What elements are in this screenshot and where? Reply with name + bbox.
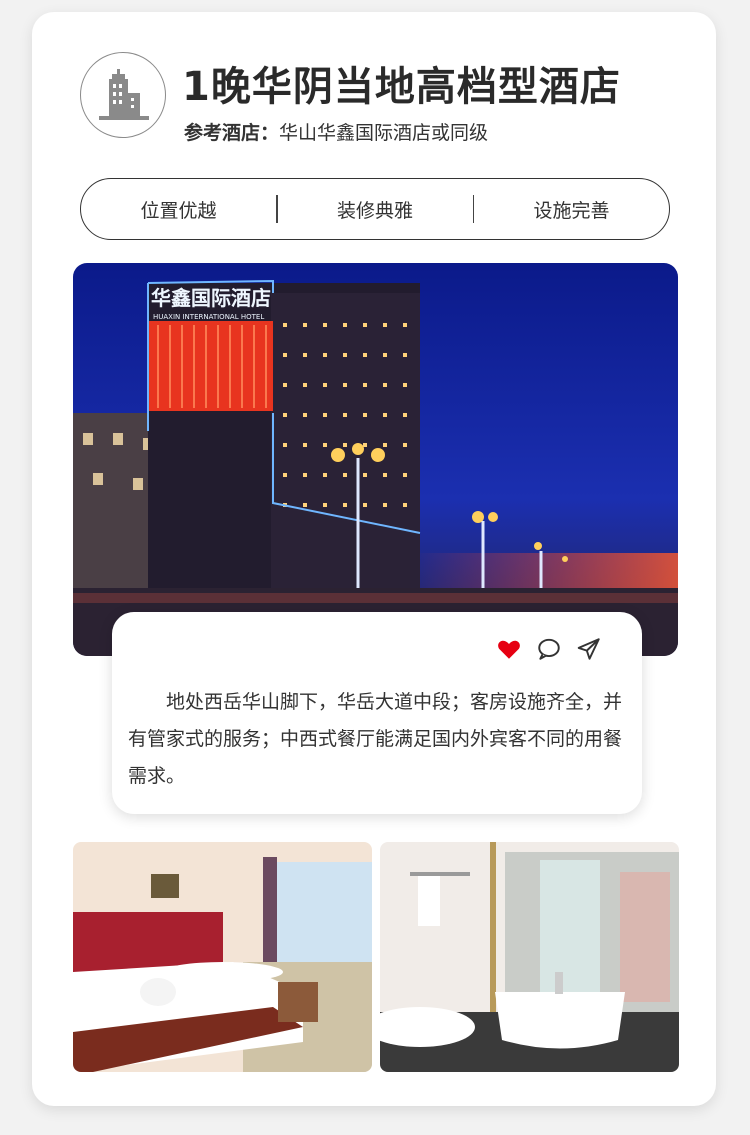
bathroom-photo xyxy=(380,842,679,1072)
hotel-sign-cn: 华鑫国际酒店 xyxy=(151,286,271,310)
hotel-room-photo xyxy=(73,842,372,1072)
page-title: 1晚华阴当地高档型酒店 xyxy=(182,64,621,110)
comment-icon[interactable] xyxy=(536,636,562,662)
action-icons xyxy=(496,636,602,662)
description-card: 地处西岳华山脚下，华岳大道中段；客房设施齐全，并有管家式的服务；中西式餐厅能满足… xyxy=(112,612,642,814)
reference-label: 参考酒店： xyxy=(184,122,280,144)
feature-location: 位置优越 xyxy=(140,199,217,222)
feature-decoration: 装修典雅 xyxy=(336,199,413,222)
hotel-sign-en: HUAXIN INTERNATIONAL HOTEL xyxy=(153,313,264,321)
feature-facilities: 设施完善 xyxy=(533,199,610,222)
heart-icon[interactable] xyxy=(496,636,522,662)
reference-hotel: 参考酒店：华山华鑫国际酒店或同级 xyxy=(184,118,488,145)
feature-bar: 位置优越 装修典雅 设施完善 xyxy=(80,178,670,240)
hotel-building-icon xyxy=(80,52,166,138)
reference-value: 华山华鑫国际酒店或同级 xyxy=(279,122,489,144)
share-icon[interactable] xyxy=(576,636,602,662)
hotel-description: 地处西岳华山脚下，华岳大道中段；客房设施齐全，并有管家式的服务；中西式餐厅能满足… xyxy=(128,691,623,787)
hotel-exterior-photo: 华鑫国际酒店 HUAXIN INTERNATIONAL HOTEL xyxy=(73,263,678,656)
